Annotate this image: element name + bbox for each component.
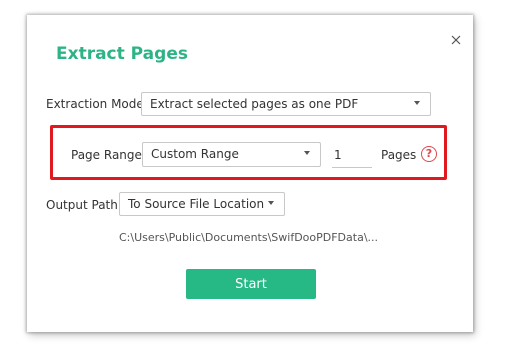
chevron-down-icon [414,101,420,105]
extract-pages-dialog: Extract Pages Extraction Mode: Extract s… [27,15,473,332]
page-range-label: Page Range: [71,148,146,162]
output-path-value: To Source File Location [128,197,265,211]
page-range-input[interactable] [332,142,372,168]
extraction-mode-label: Extraction Mode: [46,97,148,111]
extraction-mode-select[interactable]: Extract selected pages as one PDF [141,92,431,116]
output-path-text: C:\Users\Public\Documents\SwifDooPDFData… [119,231,379,244]
start-button[interactable]: Start [186,269,316,299]
page-range-select[interactable]: Custom Range [142,142,321,167]
output-path-label: Output Path: [46,198,122,212]
output-path-select[interactable]: To Source File Location [119,192,285,216]
extraction-mode-value: Extract selected pages as one PDF [150,97,359,111]
dialog-title: Extract Pages [56,44,188,64]
close-icon[interactable] [448,32,464,48]
chevron-down-icon [268,201,274,205]
help-icon[interactable]: ? [421,146,437,162]
chevron-down-icon [304,151,310,155]
page-range-value: Custom Range [151,147,239,161]
pages-unit-label: Pages [381,148,417,162]
